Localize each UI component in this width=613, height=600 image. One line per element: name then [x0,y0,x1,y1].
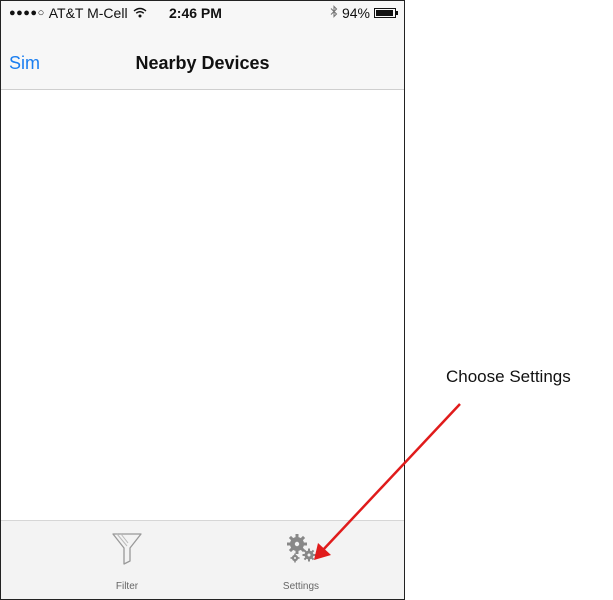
wifi-icon [133,5,147,21]
phone-screen: ●●●●○ AT&T M-Cell 2:46 PM 94% Nearby Dev… [0,0,405,600]
signal-strength-icon: ●●●●○ [9,7,45,19]
tab-settings[interactable]: Settings [241,521,361,599]
tab-filter[interactable]: Filter [67,521,187,599]
bluetooth-icon [330,5,338,21]
status-time: 2:46 PM [169,5,222,21]
tab-filter-label: Filter [115,581,139,592]
navigation-bar: Nearby Devices Sim [1,27,404,90]
device-list[interactable] [1,90,404,520]
status-left: ●●●●○ AT&T M-Cell [9,5,151,21]
battery-percent: 94% [341,5,370,21]
callout-label: Choose Settings [446,367,571,386]
page-title: Nearby Devices [135,53,270,73]
carrier-name: AT&T M-Cell [48,5,128,21]
status-right: 94% [330,5,398,21]
tab-settings-label: Settings [282,581,320,592]
status-bar: ●●●●○ AT&T M-Cell 2:46 PM 94% [1,1,404,27]
battery-icon [374,8,398,18]
back-button[interactable]: Sim [9,53,40,74]
gears-icon [283,531,319,565]
filter-icon [109,531,145,565]
tab-bar: Filter Settings [1,520,404,599]
